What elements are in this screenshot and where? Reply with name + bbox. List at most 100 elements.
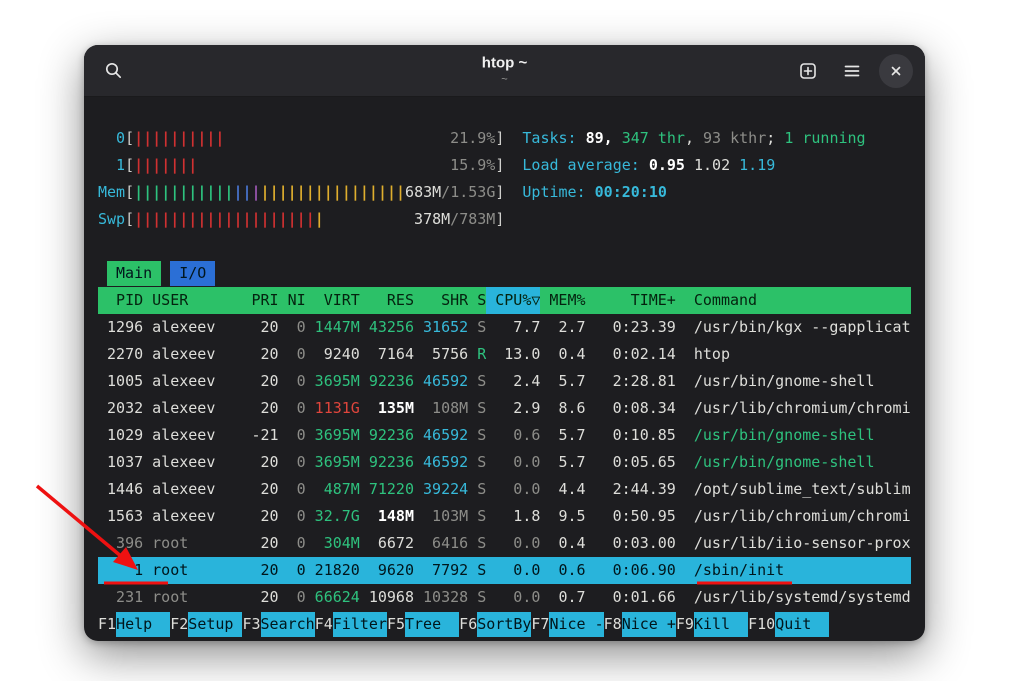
mem-cell: 0.6 [540, 557, 585, 584]
table-header: PIDUSERPRINIVIRTRESSHRSCPU%▽MEM%TIME+Com… [98, 287, 911, 314]
tab-main[interactable]: Main [107, 261, 161, 286]
fkey-f7[interactable]: F7Nice - [531, 612, 603, 637]
time-cell: 0:02.14 [586, 341, 676, 368]
process-row-1296[interactable]: 1296alexeev2001447M4325631652S7.72.70:23… [98, 314, 911, 341]
fkey-number: F8 [604, 612, 622, 637]
fkey-f5[interactable]: F5Tree [387, 612, 459, 637]
process-row-231[interactable]: 231root200666241096810328S0.00.70:01.66/… [98, 584, 911, 611]
fkey-number: F2 [170, 612, 188, 637]
stats-line: Tasks: 89, 347 thr, 93 kthr; 1 running [522, 125, 865, 152]
meter-value: 21.9% [450, 125, 495, 152]
meter-value-part: 15.9% [450, 152, 495, 179]
meter-spacer [324, 206, 414, 233]
meter-bar-fill: |||||||||| [134, 125, 224, 152]
meter-value-part: 21.9% [450, 125, 495, 152]
mem-cell: 9.5 [540, 503, 585, 530]
process-row-1005[interactable]: 1005alexeev2003695M9223646592S2.45.72:28… [98, 368, 911, 395]
fkey-f4[interactable]: F4Filter [315, 612, 387, 637]
process-row-2032[interactable]: 2032alexeev2001131G135M108MS2.98.60:08.3… [98, 395, 911, 422]
mem-cell: 0.7 [540, 584, 585, 611]
meter-value-part: 683M [405, 179, 441, 206]
tab-io[interactable]: I/O [170, 261, 215, 286]
column-header-cmd[interactable]: Command [676, 287, 911, 314]
console-window: htop ~ ~ [84, 45, 925, 641]
close-button[interactable] [879, 54, 913, 88]
stat-segment: Load average: [522, 152, 648, 179]
bar-segment-red: ||||||| [134, 152, 197, 179]
column-header-virt[interactable]: VIRT [306, 287, 360, 314]
column-header-shr[interactable]: SHR [414, 287, 468, 314]
shr-cell: 31652 [414, 314, 468, 341]
meter-value: 15.9% [450, 152, 495, 179]
cpu-cell: 0.0 [486, 476, 540, 503]
s-cell: R [468, 341, 486, 368]
stat-segment: 1.02 [694, 152, 739, 179]
process-row-1[interactable]: 1root2002182096207792S0.00.60:06.90/sbin… [98, 557, 911, 584]
mem-cell: 0.4 [540, 341, 585, 368]
cpu-cell: 2.4 [486, 368, 540, 395]
cpu-cell: 7.7 [486, 314, 540, 341]
fkey-number: F5 [387, 612, 405, 637]
fkey-f1[interactable]: F1Help [98, 612, 170, 637]
pid-cell: 231 [98, 584, 143, 611]
pid-cell: 1296 [98, 314, 143, 341]
column-header-ni[interactable]: NI [279, 287, 306, 314]
column-header-pid[interactable]: PID [98, 287, 143, 314]
process-row-1037[interactable]: 1037alexeev2003695M9223646592S0.05.70:05… [98, 449, 911, 476]
process-row-1446[interactable]: 1446alexeev200487M7122039224S0.04.42:44.… [98, 476, 911, 503]
fkey-f9[interactable]: F9Kill [676, 612, 748, 637]
column-header-pri[interactable]: PRI [242, 287, 278, 314]
column-header-cpu[interactable]: CPU%▽ [486, 287, 540, 314]
cpu-cell: 0.0 [486, 584, 540, 611]
menu-button[interactable] [835, 54, 869, 88]
new-tab-button[interactable] [791, 54, 825, 88]
pid-cell: 2032 [98, 395, 143, 422]
column-header-time[interactable]: TIME+ [586, 287, 676, 314]
fkey-f6[interactable]: F6SortBy [459, 612, 531, 637]
virt-cell: 3695M [306, 422, 360, 449]
user-cell: root [143, 557, 242, 584]
fkey-f10[interactable]: F10Quit [748, 612, 829, 637]
shr-cell: 39224 [414, 476, 468, 503]
s-cell: S [468, 368, 486, 395]
fkey-f2[interactable]: F2Setup [170, 612, 242, 637]
pri-cell: 20 [242, 314, 278, 341]
meter-close-bracket: ] [495, 206, 504, 233]
process-row-1029[interactable]: 1029alexeev-2103695M9223646592S0.65.70:1… [98, 422, 911, 449]
process-row-1563[interactable]: 1563alexeev20032.7G148M103MS1.89.50:50.9… [98, 503, 911, 530]
user-cell: alexeev [143, 422, 242, 449]
pri-cell: 20 [242, 557, 278, 584]
cmd-cell: /usr/lib/chromium/chromi [676, 395, 911, 422]
ni-cell: 0 [279, 449, 306, 476]
virt-cell: 3695M [306, 449, 360, 476]
meter-value-part: 378M [414, 206, 450, 233]
cmd-cell: /sbin/init [676, 557, 911, 584]
ni-cell: 0 [279, 314, 306, 341]
fkey-number: F6 [459, 612, 477, 637]
process-row-396[interactable]: 396root200304M66726416S0.00.40:03.00/usr… [98, 530, 911, 557]
s-cell: S [468, 422, 486, 449]
virt-cell: 32.7G [306, 503, 360, 530]
fkey-number: F9 [676, 612, 694, 637]
column-header-user[interactable]: USER [143, 287, 242, 314]
column-header-mem[interactable]: MEM% [540, 287, 585, 314]
fkey-f3[interactable]: F3Search [242, 612, 314, 637]
mem-cell: 5.7 [540, 422, 585, 449]
fkey-action: Quit [775, 612, 829, 637]
screenshot: htop ~ ~ [0, 0, 1009, 681]
time-cell: 0:23.39 [586, 314, 676, 341]
column-header-s[interactable]: S [468, 287, 486, 314]
fkey-action: SortBy [477, 612, 531, 637]
bar-segment-red: |||||||||||||||||||| [134, 206, 315, 233]
meter-line-0: 0[||||||||||21.9%]Tasks: 89, 347 thr, 93… [98, 125, 911, 152]
meter-spacer [224, 125, 450, 152]
process-row-2270[interactable]: 2270alexeev200924071645756R13.00.40:02.1… [98, 341, 911, 368]
fkey-f8[interactable]: F8Nice + [604, 612, 676, 637]
stat-segment: 347 thr [622, 125, 685, 152]
search-button[interactable] [96, 54, 130, 88]
meter-label: Mem [98, 179, 125, 206]
column-header-res[interactable]: RES [360, 287, 414, 314]
meter-line-mem: Mem[||||||||||||||||||||||||||||||683M/1… [98, 179, 911, 206]
virt-cell: 1447M [306, 314, 360, 341]
s-cell: S [468, 395, 486, 422]
